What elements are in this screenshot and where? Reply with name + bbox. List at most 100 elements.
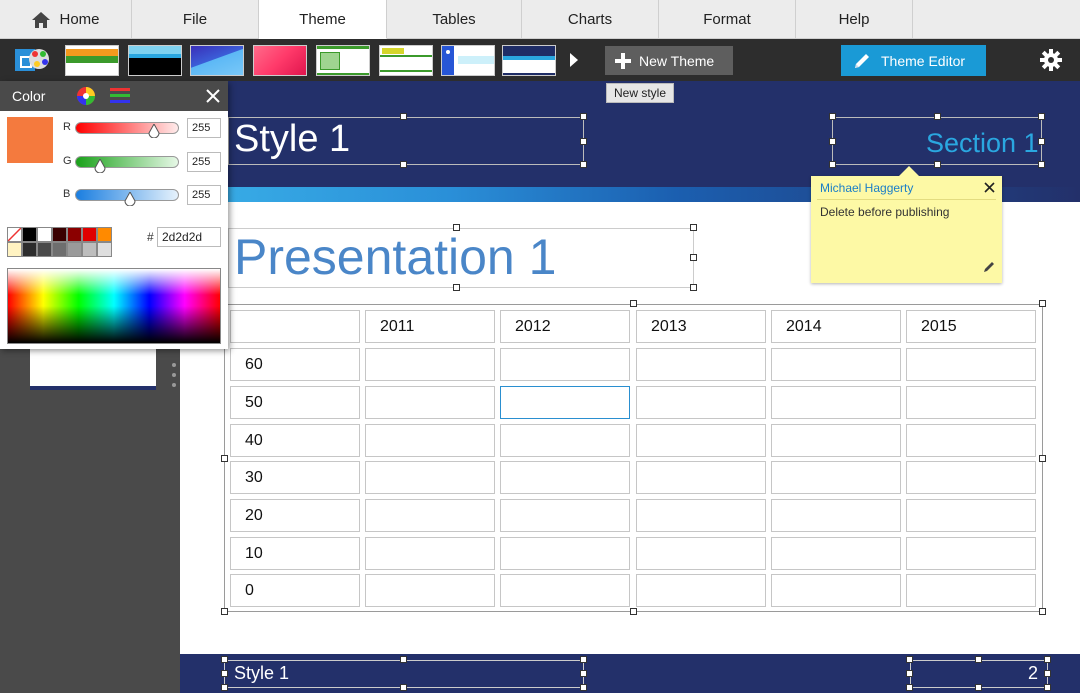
palette-color[interactable] [97, 242, 112, 257]
table-row-label[interactable]: 20 [230, 499, 360, 532]
resize-handle[interactable] [1044, 684, 1051, 691]
palette-color[interactable] [22, 227, 37, 242]
presentation-title[interactable]: Presentation 1 [234, 228, 556, 286]
palette-color[interactable] [52, 227, 67, 242]
resize-handle[interactable] [400, 161, 407, 168]
palette-color[interactable] [82, 227, 97, 242]
table-cell[interactable] [500, 424, 630, 457]
red-slider[interactable] [75, 122, 179, 134]
resize-handle[interactable] [1038, 113, 1045, 120]
close-icon[interactable] [206, 89, 220, 103]
table-row-label[interactable]: 10 [230, 537, 360, 570]
palette-color[interactable] [22, 242, 37, 257]
palette-color[interactable] [7, 242, 22, 257]
style-title[interactable]: Style 1 [234, 118, 350, 161]
table-header-cell[interactable]: 2011 [365, 310, 495, 343]
table-header-cell[interactable]: 2014 [771, 310, 901, 343]
table-cell[interactable] [500, 537, 630, 570]
table-cell[interactable] [771, 537, 901, 570]
table-cell[interactable] [636, 574, 766, 607]
table-row-label[interactable]: 50 [230, 386, 360, 419]
tab-home[interactable]: Home [0, 0, 132, 39]
resize-handle[interactable] [1038, 138, 1045, 145]
tab-charts[interactable]: Charts [522, 0, 659, 39]
color-wheel-icon[interactable] [76, 86, 96, 106]
color-sliders-icon[interactable] [110, 88, 130, 104]
resize-handle[interactable] [1039, 300, 1046, 307]
resize-handle[interactable] [580, 161, 587, 168]
theme-swatch-1[interactable] [65, 45, 119, 76]
resize-handle[interactable] [690, 224, 697, 231]
resize-handle[interactable] [580, 656, 587, 663]
resize-handle[interactable] [1038, 161, 1045, 168]
theme-swatch-2[interactable] [128, 45, 182, 76]
green-slider[interactable] [75, 156, 179, 168]
resize-handle[interactable] [934, 113, 941, 120]
resize-handle[interactable] [400, 656, 407, 663]
palette-color[interactable] [67, 227, 82, 242]
palette-icon[interactable] [13, 45, 51, 75]
theme-swatch-8[interactable] [502, 45, 556, 76]
table-cell[interactable] [771, 461, 901, 494]
tab-help[interactable]: Help [796, 0, 913, 39]
panel-resize-grip[interactable] [172, 383, 176, 387]
resize-handle[interactable] [906, 656, 913, 663]
resize-handle[interactable] [906, 684, 913, 691]
palette-color-none[interactable] [7, 227, 22, 242]
table-cell[interactable] [365, 499, 495, 532]
resize-handle[interactable] [1044, 656, 1051, 663]
resize-handle[interactable] [975, 656, 982, 663]
resize-handle[interactable] [580, 684, 587, 691]
table-cell[interactable] [906, 386, 1036, 419]
resize-handle[interactable] [690, 254, 697, 261]
table-cell[interactable] [365, 386, 495, 419]
resize-handle[interactable] [1044, 670, 1051, 677]
table-cell[interactable] [500, 461, 630, 494]
resize-handle[interactable] [906, 670, 913, 677]
tab-tables[interactable]: Tables [387, 0, 522, 39]
table-cell[interactable] [906, 537, 1036, 570]
table-cell[interactable] [365, 424, 495, 457]
red-value-field[interactable]: 255 [187, 118, 221, 138]
edit-pencil-icon[interactable] [983, 260, 996, 273]
table-cell[interactable] [636, 386, 766, 419]
resize-handle[interactable] [1039, 608, 1046, 615]
table-cell[interactable] [500, 574, 630, 607]
table-cell[interactable] [636, 348, 766, 381]
green-slider-knob[interactable] [94, 159, 106, 173]
table-row-label[interactable]: 0 [230, 574, 360, 607]
section-title[interactable]: Section 1 [926, 128, 1039, 159]
table-header-cell[interactable]: 2015 [906, 310, 1036, 343]
palette-color[interactable] [37, 242, 52, 257]
new-theme-button[interactable]: New Theme [605, 46, 733, 75]
table-cell[interactable] [500, 499, 630, 532]
palette-color[interactable] [37, 227, 52, 242]
hex-value-field[interactable]: 2d2d2d [157, 227, 221, 247]
green-value-field[interactable]: 255 [187, 152, 221, 172]
table-cell[interactable] [365, 537, 495, 570]
slide-thumbnail[interactable] [30, 348, 156, 390]
resize-handle[interactable] [221, 608, 228, 615]
theme-swatch-6[interactable] [379, 45, 433, 76]
resize-handle[interactable] [580, 113, 587, 120]
table-row-label[interactable]: 30 [230, 461, 360, 494]
palette-color[interactable] [97, 227, 112, 242]
resize-handle[interactable] [630, 608, 637, 615]
resize-handle[interactable] [829, 161, 836, 168]
table-cell[interactable] [906, 424, 1036, 457]
blue-slider-knob[interactable] [124, 192, 136, 206]
resize-handle[interactable] [829, 113, 836, 120]
resize-handle[interactable] [975, 684, 982, 691]
table-cell[interactable] [771, 574, 901, 607]
resize-handle[interactable] [221, 656, 228, 663]
table-cell[interactable] [771, 386, 901, 419]
panel-resize-grip[interactable] [172, 373, 176, 377]
table-cell[interactable] [906, 461, 1036, 494]
resize-handle[interactable] [580, 670, 587, 677]
theme-swatch-3[interactable] [190, 45, 244, 76]
palette-color[interactable] [82, 242, 97, 257]
gear-icon[interactable] [1040, 49, 1062, 71]
theme-swatch-4[interactable] [253, 45, 307, 76]
table-cell[interactable] [636, 499, 766, 532]
resize-handle[interactable] [1039, 455, 1046, 462]
